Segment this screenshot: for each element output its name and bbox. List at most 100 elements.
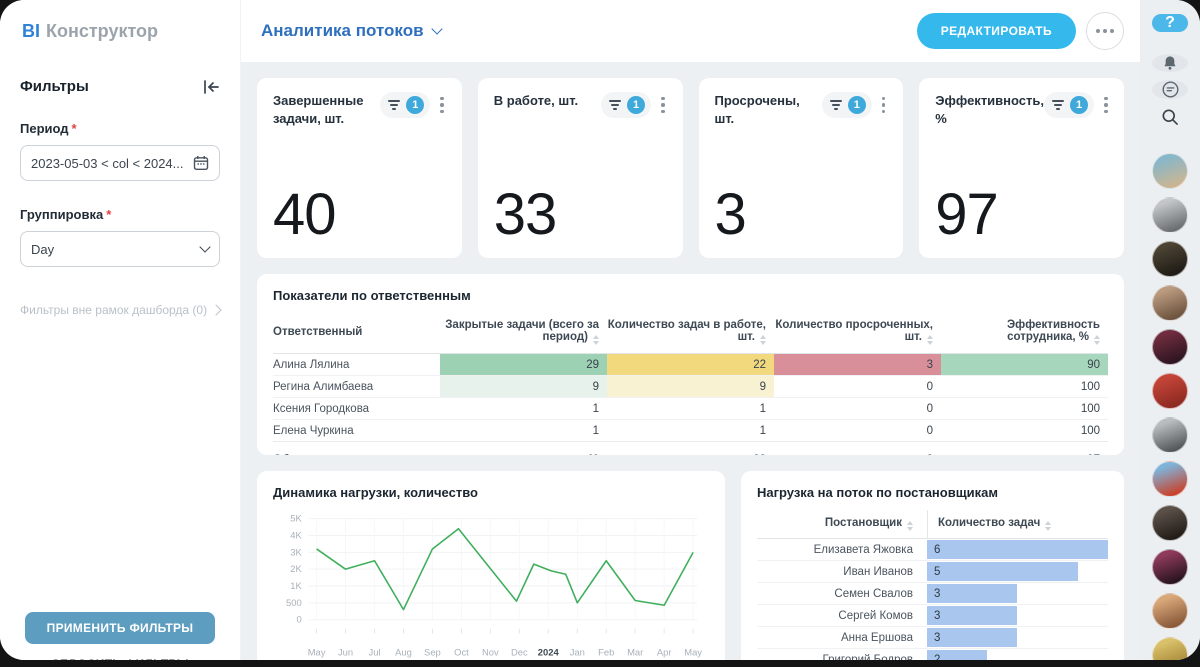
table-cell: 29 — [440, 354, 607, 376]
grouping-select[interactable]: Day — [20, 231, 220, 267]
table-cell: 0 — [774, 420, 941, 442]
avatar[interactable] — [1152, 637, 1188, 660]
outer-filters-toggle[interactable]: Фильтры вне рамок дашборда (0) — [20, 303, 220, 317]
comments-button[interactable] — [1152, 80, 1188, 99]
svg-text:Nov: Nov — [482, 646, 499, 657]
svg-text:Aug: Aug — [395, 646, 412, 657]
svg-text:Oct: Oct — [454, 646, 469, 657]
avatar[interactable] — [1152, 417, 1188, 453]
kpi-value: 40 — [273, 187, 448, 242]
bar-value: 5 — [927, 566, 940, 578]
bar-row: Елизавета Яжовка6 — [757, 539, 1108, 561]
kpi-value: 97 — [935, 187, 1110, 242]
column-header-task-count[interactable]: Количество задач — [927, 510, 1108, 538]
dashboard-title-dropdown[interactable]: Аналитика потоков — [261, 21, 441, 41]
bar-value: 6 — [927, 544, 940, 556]
kebab-menu-icon[interactable] — [657, 94, 669, 117]
avatar[interactable] — [1152, 197, 1188, 233]
avatar[interactable] — [1152, 593, 1188, 629]
required-marker: * — [106, 207, 111, 222]
bar-value: 3 — [927, 632, 940, 644]
bar: 6 — [927, 540, 1108, 559]
table-cell: 0 — [774, 398, 941, 420]
sort-icon — [760, 335, 766, 345]
period-input[interactable]: 2023-05-03 < col < 2024... — [20, 145, 220, 181]
kebab-menu-icon[interactable] — [1100, 94, 1112, 117]
bar-value: 2 — [927, 654, 940, 661]
avatar-list — [1152, 153, 1188, 660]
svg-text:Jun: Jun — [338, 646, 353, 657]
line-chart: 5K4K3K2K1K5000MayJunJulAugSepOctNovDec20… — [273, 504, 709, 660]
kebab-menu-icon[interactable] — [436, 94, 448, 117]
avatar[interactable] — [1152, 505, 1188, 541]
comments-icon — [1161, 80, 1180, 99]
avatar[interactable] — [1152, 241, 1188, 277]
kpi-card: Эффективность, %197 — [919, 78, 1124, 258]
table-cell: 100 — [941, 376, 1108, 398]
notifications-button[interactable] — [1152, 54, 1188, 72]
table-cell: 9 — [440, 376, 607, 398]
svg-text:0: 0 — [297, 614, 302, 625]
column-header[interactable]: Количество просроченных, шт. — [774, 311, 941, 354]
bar: 3 — [927, 584, 1018, 603]
right-rail: ? — [1140, 0, 1200, 660]
svg-text:Dec: Dec — [511, 646, 528, 657]
table-cell: 3 — [774, 354, 941, 376]
reset-filters-button[interactable]: СБРОСИТЬ ФИЛЬТРЫ — [0, 657, 240, 660]
required-marker: * — [72, 121, 77, 136]
table-title: Показатели по ответственным — [273, 288, 1108, 303]
avatar[interactable] — [1152, 285, 1188, 321]
column-header[interactable]: Закрытые задачи (всего за период) — [440, 311, 607, 354]
search-button[interactable] — [1152, 107, 1188, 127]
filter-icon — [1052, 100, 1064, 110]
line-chart-title: Динамика нагрузки, количество — [273, 485, 709, 500]
collapse-sidebar-icon[interactable] — [203, 80, 220, 94]
bar: 3 — [927, 628, 1018, 647]
help-button[interactable]: ? — [1152, 14, 1188, 32]
table-cell: 22 — [607, 354, 774, 376]
table-row: Регина Алимбаева990100 — [273, 376, 1108, 398]
column-header-author[interactable]: Постановщик — [757, 510, 927, 538]
bar-row: Анна Ершова3 — [757, 627, 1108, 649]
kpi-card: Завершенные задачи, шт.140 — [257, 78, 462, 258]
table-cell: 1 — [607, 420, 774, 442]
filter-pill-button[interactable]: 1 — [1044, 92, 1094, 118]
column-header[interactable]: Эффективность сотрудника, % — [941, 311, 1108, 354]
page-title: Аналитика потоков — [261, 21, 424, 41]
search-icon — [1160, 107, 1180, 127]
responsibles-table: ОтветственныйЗакрытые задачи (всего за п… — [273, 311, 1108, 455]
svg-text:3K: 3K — [290, 546, 302, 557]
svg-text:May: May — [684, 646, 702, 657]
chevron-down-icon — [431, 23, 442, 34]
top-bar: Аналитика потоков РЕДАКТИРОВАТЬ — [241, 0, 1140, 62]
column-header[interactable]: Количество задач в работе, шт. — [607, 311, 774, 354]
load-dynamics-card: Динамика нагрузки, количество 5K4K3K2K1K… — [257, 471, 725, 660]
filter-pill-button[interactable]: 1 — [601, 92, 651, 118]
avatar[interactable] — [1152, 461, 1188, 497]
table-row: Алина Лялина2922390 — [273, 354, 1108, 376]
sort-icon — [1045, 521, 1051, 531]
svg-text:5K: 5K — [290, 513, 302, 524]
filter-pill-button[interactable]: 1 — [380, 92, 430, 118]
apply-filters-button[interactable]: ПРИМЕНИТЬ ФИЛЬТРЫ — [25, 612, 216, 644]
bar-chart-title: Нагрузка на поток по постановщикам — [757, 485, 1108, 500]
avatar[interactable] — [1152, 549, 1188, 585]
table-cell: 0 — [774, 376, 941, 398]
bar-row: Иван Иванов5 — [757, 561, 1108, 583]
kpi-value: 33 — [494, 187, 669, 242]
avatar[interactable] — [1152, 153, 1188, 189]
logo: BI Конструктор — [0, 0, 240, 62]
column-header: Ответственный — [273, 311, 440, 354]
avatar[interactable] — [1152, 329, 1188, 365]
table-cell: 100 — [941, 420, 1108, 442]
bar-category-label: Иван Иванов — [757, 566, 927, 578]
bar-category-label: Елизавета Яжовка — [757, 544, 927, 556]
edit-button[interactable]: РЕДАКТИРОВАТЬ — [917, 13, 1076, 49]
logo-bi: BI — [22, 21, 40, 42]
kebab-menu-icon[interactable] — [878, 94, 890, 117]
chevron-down-icon — [199, 241, 210, 252]
filter-pill-button[interactable]: 1 — [822, 92, 872, 118]
avatar[interactable] — [1152, 373, 1188, 409]
filter-icon — [830, 100, 842, 110]
more-options-button[interactable] — [1086, 12, 1124, 50]
